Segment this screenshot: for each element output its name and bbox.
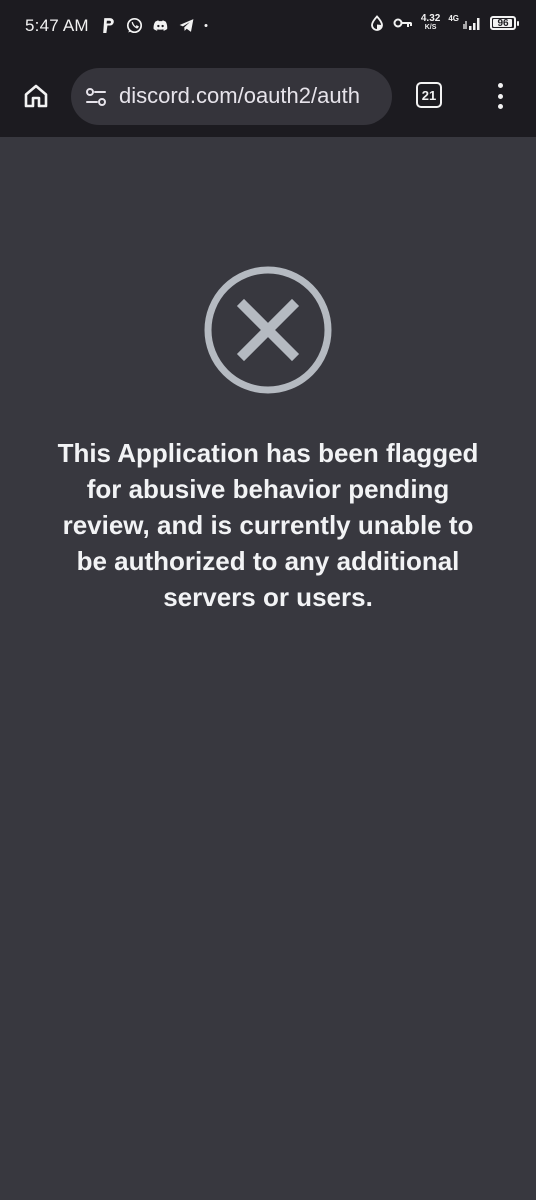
network-speed-value: 4.32 bbox=[420, 13, 441, 24]
address-bar[interactable]: discord.com/oauth2/auth bbox=[71, 68, 392, 125]
battery-level: 96 bbox=[497, 17, 509, 29]
network-speed-unit: K/S bbox=[424, 24, 437, 31]
status-bar: 5:47 AM 4.32 K/S 4G 96 bbox=[0, 0, 536, 56]
system-status-icons: 4.32 K/S 4G 96 bbox=[369, 14, 519, 32]
whatsapp-notification-icon bbox=[126, 17, 143, 34]
notification-icons bbox=[100, 17, 212, 34]
status-time: 5:47 AM bbox=[25, 16, 89, 35]
menu-dot-icon bbox=[497, 83, 503, 88]
network-speed: 4.32 K/S bbox=[421, 14, 440, 32]
home-button[interactable] bbox=[18, 78, 54, 114]
menu-dot-icon bbox=[497, 93, 503, 99]
menu-dot-icon bbox=[497, 104, 503, 109]
telegram-notification-icon bbox=[179, 19, 194, 32]
url-text[interactable]: discord.com/oauth2/auth bbox=[119, 83, 391, 109]
tab-switcher-button[interactable]: 21 bbox=[416, 82, 442, 108]
vpn-key-icon bbox=[393, 18, 412, 28]
network-type: 4G bbox=[448, 14, 459, 23]
home-icon bbox=[24, 84, 48, 108]
overflow-menu-button[interactable] bbox=[488, 80, 512, 112]
error-message: This Application has been flagged for ab… bbox=[57, 438, 479, 612]
discord-notification-icon bbox=[153, 20, 168, 31]
battery-icon: 96 bbox=[490, 16, 519, 30]
paypal-notification-icon bbox=[103, 18, 114, 33]
cellular-signal-icon: 4G bbox=[448, 15, 482, 31]
browser-toolbar: discord.com/oauth2/auth 21 bbox=[0, 56, 536, 137]
more-notifications-dot-icon bbox=[204, 24, 208, 27]
page-content: This Application has been flagged for ab… bbox=[0, 137, 536, 1200]
signal-bars-icon bbox=[463, 18, 480, 30]
data-saver-drop-icon bbox=[370, 15, 383, 31]
site-settings-icon[interactable] bbox=[85, 86, 107, 108]
error-x-circle-icon bbox=[204, 266, 332, 394]
